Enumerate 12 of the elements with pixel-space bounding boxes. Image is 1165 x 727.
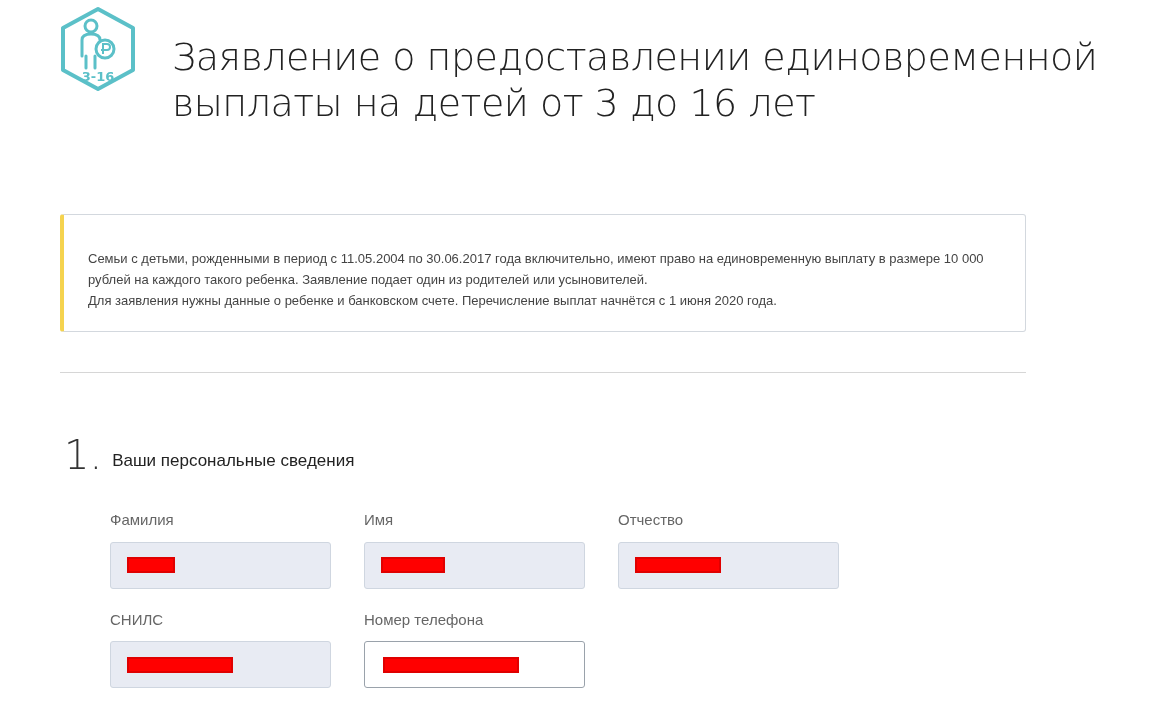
field-label: Имя [364,510,395,530]
child-ruble-logo-icon: 3-16 [58,6,138,92]
section-title: Ваши персональные сведения [112,449,355,472]
field-label: Фамилия [110,510,175,530]
section-number: 1. [64,435,103,475]
page-title: Заявление о предоставлении единовременной выплаты на детей от 3 до 16 лет [172,34,1099,126]
input-field[interactable] [364,641,585,688]
field-label: Номер телефона [364,609,485,630]
field-label: СНИЛС [110,609,165,630]
notice-text: Для заявления нужны данные о ребенке и банковском счете. Перечисление выплат начнётся с 1 июня 2020 года. [88,292,778,310]
notice-text: Семьи с детьми, рожденными в период с 11.05.2004 по 30.06.2017 года включительно, имеют право на единовременную выплату в размере 10 000 рублей на каждого такого ребенка. Заявление подает один из родителей или усыновителей. [88,250,985,289]
field-label: Отчество [618,510,685,530]
